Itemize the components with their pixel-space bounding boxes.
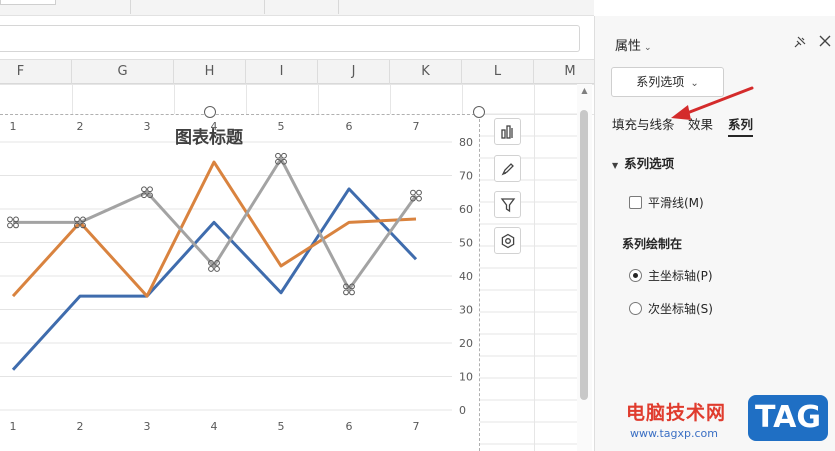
smooth-line-checkbox[interactable] bbox=[629, 196, 642, 209]
x-tick-label: 7 bbox=[413, 420, 420, 433]
x-tick-label: 4 bbox=[211, 420, 218, 433]
chart-style-button[interactable] bbox=[494, 155, 521, 182]
primary-axis-option[interactable]: 主坐标轴(P) bbox=[629, 267, 713, 284]
resize-handle[interactable] bbox=[473, 106, 485, 118]
column-header-i[interactable]: I bbox=[246, 60, 318, 84]
toolbar-divider bbox=[338, 0, 339, 14]
column-header-l[interactable]: L bbox=[462, 60, 534, 84]
chart-filter-button[interactable] bbox=[494, 191, 521, 218]
line-chart[interactable]: 0 10 20 30 40 50 60 70 80 1 1 2 2 3 3 4 4 5 5 6 6 7 7 图表标题 bbox=[0, 114, 480, 451]
column-label: I bbox=[279, 64, 284, 79]
column-label: K bbox=[421, 64, 430, 79]
column-label: J bbox=[351, 64, 356, 79]
watermark-logo: 电脑技术网 www.tagxp.com TAG bbox=[618, 393, 835, 451]
scroll-thumb[interactable] bbox=[580, 110, 588, 400]
smooth-line-label: 平滑线(M) bbox=[648, 196, 704, 210]
secondary-axis-label: 次坐标轴(S) bbox=[648, 302, 713, 316]
chart-elements-icon bbox=[500, 124, 513, 139]
collapse-triangle-icon: ▼ bbox=[612, 161, 619, 170]
primary-axis-radio[interactable] bbox=[629, 269, 642, 282]
column-header-f[interactable]: F bbox=[0, 60, 72, 84]
secondary-axis-radio[interactable] bbox=[629, 302, 642, 315]
smooth-line-option[interactable]: 平滑线(M) bbox=[629, 194, 704, 211]
secondary-axis-option[interactable]: 次坐标轴(S) bbox=[629, 300, 713, 317]
x-tick-label-top: 1 bbox=[10, 120, 17, 133]
tab-series[interactable]: 系列 bbox=[728, 114, 754, 137]
x-tick-label-top: 6 bbox=[346, 120, 353, 133]
section-series-options[interactable]: ▼ 系列选项 bbox=[612, 153, 674, 172]
chart-settings-icon bbox=[501, 233, 514, 248]
chart-style-icon bbox=[501, 162, 514, 175]
plot-series-on-heading: 系列绘制在 bbox=[622, 237, 683, 251]
y-tick-label: 0 bbox=[459, 404, 466, 417]
x-tick-label-top: 7 bbox=[413, 120, 420, 133]
toolbar-strip bbox=[0, 0, 594, 16]
tab-fill-line[interactable]: 填充与线条 bbox=[612, 114, 675, 133]
section-label: 系列选项 bbox=[624, 156, 675, 171]
name-box[interactable] bbox=[0, 0, 56, 5]
dropdown-value: 系列选项 bbox=[636, 75, 685, 89]
chart-elements-button[interactable] bbox=[494, 118, 521, 145]
y-tick-label: 60 bbox=[459, 203, 473, 216]
panel-title-text: 属性 bbox=[615, 39, 642, 54]
properties-panel: 属性 ⌄ 系列选项 ⌄ 填充与线条 效果 系列 ▼ 系列选项 平滑线(M) 系列绘制在… bbox=[594, 16, 835, 451]
column-label: L bbox=[493, 64, 502, 79]
chevron-down-icon: ⌄ bbox=[644, 43, 652, 53]
primary-axis-label: 主坐标轴(P) bbox=[648, 269, 713, 283]
y-tick-label: 20 bbox=[459, 337, 473, 350]
column-header-j[interactable]: J bbox=[318, 60, 390, 84]
series-options-dropdown[interactable]: 系列选项 ⌄ bbox=[611, 67, 724, 97]
toolbar-divider bbox=[130, 0, 131, 14]
x-tick-label-top: 3 bbox=[144, 120, 151, 133]
column-header-k[interactable]: K bbox=[390, 60, 462, 84]
close-icon[interactable] bbox=[819, 35, 831, 47]
panel-title[interactable]: 属性 ⌄ bbox=[615, 35, 652, 54]
formula-input[interactable] bbox=[0, 25, 580, 52]
watermark-tag: TAG bbox=[748, 395, 828, 441]
column-header: F G H I J K L M bbox=[0, 59, 594, 84]
y-tick-label: 70 bbox=[459, 170, 473, 183]
y-tick-label: 40 bbox=[459, 270, 473, 283]
column-header-g[interactable]: G bbox=[72, 60, 174, 84]
tab-effects[interactable]: 效果 bbox=[688, 114, 713, 133]
y-tick-label: 10 bbox=[459, 371, 473, 384]
chart-filter-icon bbox=[500, 197, 515, 212]
chevron-down-icon: ⌄ bbox=[690, 78, 699, 89]
toolbar-divider bbox=[264, 0, 265, 14]
watermark-site: 电脑技术网 bbox=[626, 402, 727, 424]
vertical-scrollbar[interactable]: ▲ bbox=[577, 84, 592, 451]
column-label: F bbox=[16, 64, 25, 79]
chart-plot: 0102030405060708011223344556677 bbox=[0, 120, 473, 433]
pin-icon[interactable] bbox=[793, 35, 807, 49]
y-tick-label: 80 bbox=[459, 136, 473, 149]
x-tick-label: 3 bbox=[144, 420, 151, 433]
chart-title[interactable]: 图表标题 bbox=[175, 123, 243, 148]
x-tick-label-top: 2 bbox=[77, 120, 84, 133]
x-tick-label: 2 bbox=[77, 420, 84, 433]
x-tick-label: 6 bbox=[346, 420, 353, 433]
scroll-up-icon[interactable]: ▲ bbox=[579, 86, 590, 96]
y-tick-label: 30 bbox=[459, 304, 473, 317]
x-tick-label-top: 5 bbox=[278, 120, 285, 133]
x-tick-label: 5 bbox=[278, 420, 285, 433]
y-tick-label: 50 bbox=[459, 237, 473, 250]
column-label: M bbox=[564, 64, 576, 79]
column-header-h[interactable]: H bbox=[174, 60, 246, 84]
x-tick-label: 1 bbox=[10, 420, 17, 433]
column-label: H bbox=[204, 64, 215, 79]
watermark-url: www.tagxp.com bbox=[630, 427, 718, 440]
chart-settings-button[interactable] bbox=[494, 227, 521, 254]
resize-handle[interactable] bbox=[204, 106, 216, 118]
column-label: G bbox=[117, 64, 128, 79]
